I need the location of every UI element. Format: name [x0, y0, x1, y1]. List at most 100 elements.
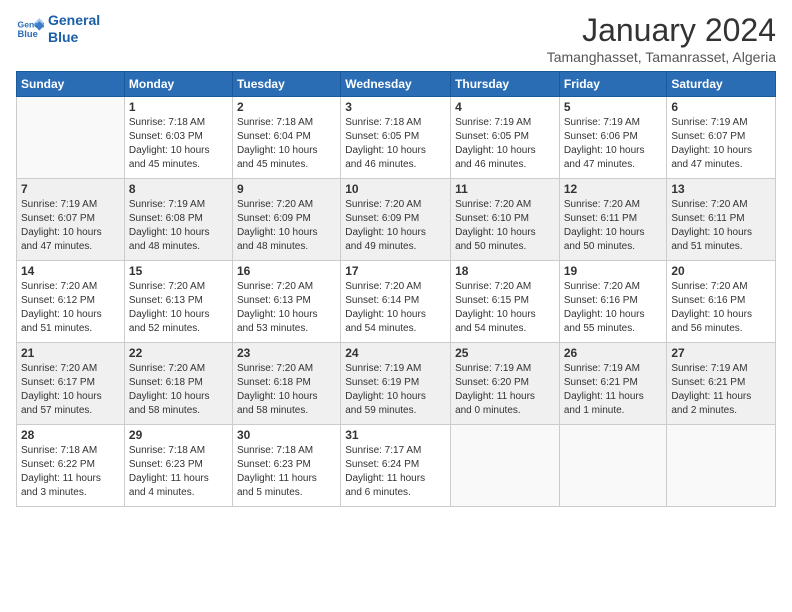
day-info: Sunrise: 7:20 AM Sunset: 6:11 PM Dayligh… — [564, 198, 663, 254]
day-number: 31 — [345, 428, 446, 442]
calendar-cell: 28 Sunrise: 7:18 AM Sunset: 6:22 PM Dayli… — [17, 425, 125, 507]
day-info: Sunrise: 7:19 AM Sunset: 6:20 PM Dayligh… — [455, 362, 555, 418]
calendar-cell: 22 Sunrise: 7:20 AM Sunset: 6:18 PM Dayli… — [124, 343, 232, 425]
calendar-cell: 18Sunrise: 7:20 AM Sunset: 6:15 PM Dayli… — [451, 261, 560, 343]
svg-text:Blue: Blue — [18, 29, 38, 39]
day-info: Sunrise: 7:19 AM Sunset: 6:06 PM Dayligh… — [564, 116, 663, 172]
calendar-cell: 10 Sunrise: 7:20 AM Sunset: 6:09 PM Dayli… — [341, 179, 451, 261]
calendar-cell: 7 Sunrise: 7:19 AM Sunset: 6:07 PM Daylig… — [17, 179, 125, 261]
calendar-week-row: 14 Sunrise: 7:20 AM Sunset: 6:12 PM Dayli… — [17, 261, 776, 343]
calendar-cell: 27Sunrise: 7:19 AM Sunset: 6:21 PM Dayli… — [667, 343, 776, 425]
weekday-header-wednesday: Wednesday — [341, 72, 451, 97]
day-info: Sunrise: 7:20 AM Sunset: 6:12 PM Dayligh… — [21, 280, 120, 336]
day-number: 22 — [129, 346, 228, 360]
day-number: 5 — [564, 100, 663, 114]
day-info: Sunrise: 7:20 AM Sunset: 6:09 PM Dayligh… — [237, 198, 336, 254]
day-number: 30 — [237, 428, 336, 442]
day-number: 7 — [21, 182, 120, 196]
day-info: Sunrise: 7:20 AM Sunset: 6:11 PM Dayligh… — [671, 198, 771, 254]
calendar-cell: 6 Sunrise: 7:19 AM Sunset: 6:07 PM Daylig… — [667, 97, 776, 179]
month-title: January 2024 — [547, 12, 776, 49]
day-info: Sunrise: 7:19 AM Sunset: 6:21 PM Dayligh… — [564, 362, 663, 418]
day-number: 21 — [21, 346, 120, 360]
calendar-cell: 20 Sunrise: 7:20 AM Sunset: 6:16 PM Dayli… — [667, 261, 776, 343]
day-number: 14 — [21, 264, 120, 278]
day-number: 23 — [237, 346, 336, 360]
day-number: 13 — [671, 182, 771, 196]
calendar-week-row: 1 Sunrise: 7:18 AM Sunset: 6:03 PM Daylig… — [17, 97, 776, 179]
day-number: 10 — [345, 182, 446, 196]
calendar-cell — [559, 425, 667, 507]
calendar-cell: 25 Sunrise: 7:19 AM Sunset: 6:20 PM Dayli… — [451, 343, 560, 425]
day-info: Sunrise: 7:19 AM Sunset: 6:19 PM Dayligh… — [345, 362, 446, 418]
calendar-cell: 16 Sunrise: 7:20 AM Sunset: 6:13 PM Dayli… — [232, 261, 340, 343]
logo-icon: General Blue — [16, 15, 44, 43]
day-number: 20 — [671, 264, 771, 278]
calendar-week-row: 7 Sunrise: 7:19 AM Sunset: 6:07 PM Daylig… — [17, 179, 776, 261]
calendar-cell: 3Sunrise: 7:18 AM Sunset: 6:05 PM Daylig… — [341, 97, 451, 179]
calendar-cell: 24Sunrise: 7:19 AM Sunset: 6:19 PM Dayli… — [341, 343, 451, 425]
calendar-cell: 21 Sunrise: 7:20 AM Sunset: 6:17 PM Dayli… — [17, 343, 125, 425]
weekday-header-friday: Friday — [559, 72, 667, 97]
calendar-header-row: SundayMondayTuesdayWednesdayThursdayFrid… — [17, 72, 776, 97]
location: Tamanghasset, Tamanrasset, Algeria — [547, 49, 776, 65]
day-number: 1 — [129, 100, 228, 114]
logo-text: General Blue — [48, 12, 100, 46]
calendar-cell: 23 Sunrise: 7:20 AM Sunset: 6:18 PM Dayli… — [232, 343, 340, 425]
calendar-cell: 26 Sunrise: 7:19 AM Sunset: 6:21 PM Dayli… — [559, 343, 667, 425]
day-number: 8 — [129, 182, 228, 196]
calendar-cell: 30 Sunrise: 7:18 AM Sunset: 6:23 PM Dayli… — [232, 425, 340, 507]
day-number: 3 — [345, 100, 446, 114]
calendar-cell: 15Sunrise: 7:20 AM Sunset: 6:13 PM Dayli… — [124, 261, 232, 343]
calendar-cell: 12 Sunrise: 7:20 AM Sunset: 6:11 PM Dayli… — [559, 179, 667, 261]
calendar-cell: 29Sunrise: 7:18 AM Sunset: 6:23 PM Dayli… — [124, 425, 232, 507]
day-info: Sunrise: 7:19 AM Sunset: 6:07 PM Dayligh… — [671, 116, 771, 172]
day-info: Sunrise: 7:18 AM Sunset: 6:03 PM Dayligh… — [129, 116, 228, 172]
page-header: General Blue General Blue January 2024 T… — [16, 12, 776, 65]
day-info: Sunrise: 7:19 AM Sunset: 6:21 PM Dayligh… — [671, 362, 771, 418]
calendar-table: SundayMondayTuesdayWednesdayThursdayFrid… — [16, 71, 776, 507]
day-info: Sunrise: 7:20 AM Sunset: 6:17 PM Dayligh… — [21, 362, 120, 418]
day-number: 25 — [455, 346, 555, 360]
day-number: 2 — [237, 100, 336, 114]
day-number: 9 — [237, 182, 336, 196]
calendar-cell: 17 Sunrise: 7:20 AM Sunset: 6:14 PM Dayli… — [341, 261, 451, 343]
day-info: Sunrise: 7:20 AM Sunset: 6:10 PM Dayligh… — [455, 198, 555, 254]
day-number: 16 — [237, 264, 336, 278]
day-number: 28 — [21, 428, 120, 442]
day-info: Sunrise: 7:18 AM Sunset: 6:23 PM Dayligh… — [237, 444, 336, 500]
day-info: Sunrise: 7:20 AM Sunset: 6:13 PM Dayligh… — [237, 280, 336, 336]
day-info: Sunrise: 7:20 AM Sunset: 6:16 PM Dayligh… — [564, 280, 663, 336]
calendar-cell — [17, 97, 125, 179]
calendar-cell: 9 Sunrise: 7:20 AM Sunset: 6:09 PM Daylig… — [232, 179, 340, 261]
calendar-cell: 19Sunrise: 7:20 AM Sunset: 6:16 PM Dayli… — [559, 261, 667, 343]
calendar-cell: 8Sunrise: 7:19 AM Sunset: 6:08 PM Daylig… — [124, 179, 232, 261]
day-number: 11 — [455, 182, 555, 196]
day-number: 15 — [129, 264, 228, 278]
calendar-week-row: 21 Sunrise: 7:20 AM Sunset: 6:17 PM Dayli… — [17, 343, 776, 425]
day-info: Sunrise: 7:20 AM Sunset: 6:09 PM Dayligh… — [345, 198, 446, 254]
weekday-header-monday: Monday — [124, 72, 232, 97]
calendar-cell — [451, 425, 560, 507]
day-number: 6 — [671, 100, 771, 114]
day-info: Sunrise: 7:17 AM Sunset: 6:24 PM Dayligh… — [345, 444, 446, 500]
day-info: Sunrise: 7:18 AM Sunset: 6:22 PM Dayligh… — [21, 444, 120, 500]
logo: General Blue General Blue — [16, 12, 100, 46]
day-number: 4 — [455, 100, 555, 114]
day-info: Sunrise: 7:20 AM Sunset: 6:14 PM Dayligh… — [345, 280, 446, 336]
day-info: Sunrise: 7:18 AM Sunset: 6:23 PM Dayligh… — [129, 444, 228, 500]
calendar-cell: 4 Sunrise: 7:19 AM Sunset: 6:05 PM Daylig… — [451, 97, 560, 179]
day-info: Sunrise: 7:20 AM Sunset: 6:15 PM Dayligh… — [455, 280, 555, 336]
day-info: Sunrise: 7:20 AM Sunset: 6:18 PM Dayligh… — [129, 362, 228, 418]
day-number: 26 — [564, 346, 663, 360]
day-info: Sunrise: 7:20 AM Sunset: 6:16 PM Dayligh… — [671, 280, 771, 336]
day-number: 12 — [564, 182, 663, 196]
calendar-cell: 2Sunrise: 7:18 AM Sunset: 6:04 PM Daylig… — [232, 97, 340, 179]
calendar-cell: 13 Sunrise: 7:20 AM Sunset: 6:11 PM Dayli… — [667, 179, 776, 261]
day-info: Sunrise: 7:19 AM Sunset: 6:07 PM Dayligh… — [21, 198, 120, 254]
calendar-cell: 5 Sunrise: 7:19 AM Sunset: 6:06 PM Daylig… — [559, 97, 667, 179]
weekday-header-saturday: Saturday — [667, 72, 776, 97]
day-number: 17 — [345, 264, 446, 278]
day-info: Sunrise: 7:19 AM Sunset: 6:05 PM Dayligh… — [455, 116, 555, 172]
day-info: Sunrise: 7:20 AM Sunset: 6:18 PM Dayligh… — [237, 362, 336, 418]
